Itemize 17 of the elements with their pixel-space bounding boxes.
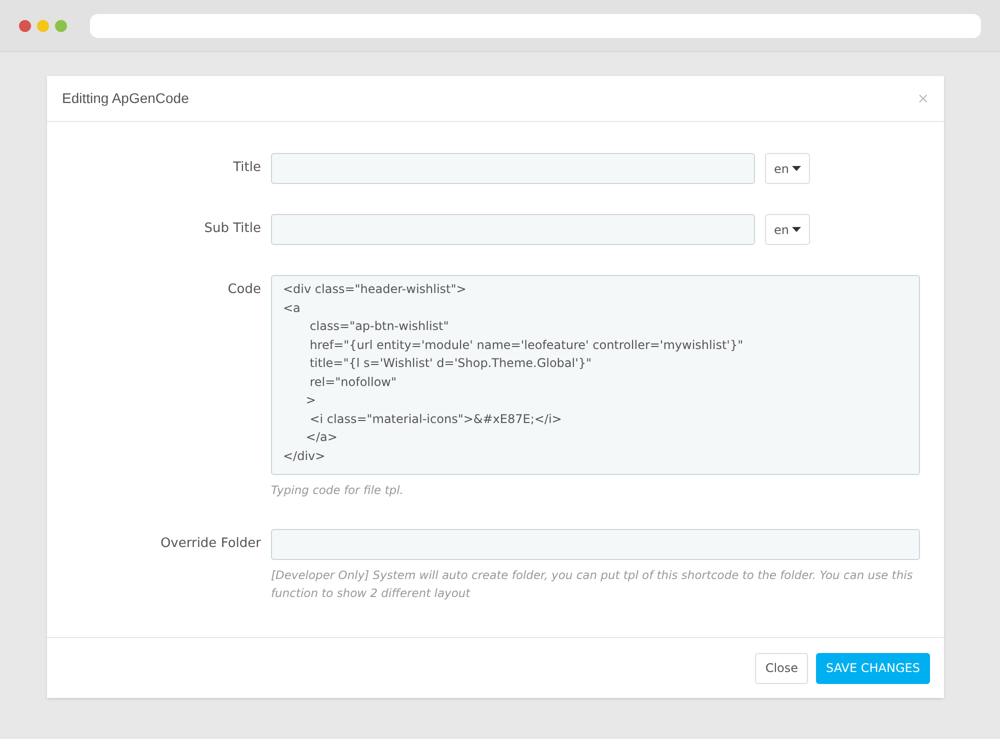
help-text: [Developer Only] System will auto create folder, you can put tpl of this shortcode to the folder. You can use this function to show 2 different layout: [271, 567, 914, 602]
text-input[interactable]: [271, 214, 755, 245]
close-button[interactable]: Close: [755, 652, 808, 684]
language-dropdown[interactable]: en: [765, 214, 810, 245]
language-dropdown[interactable]: en: [765, 153, 810, 184]
text-input[interactable]: [271, 153, 755, 184]
modal-title: Editting ApGenCode: [62, 89, 189, 108]
field-label: Code: [226, 281, 262, 299]
address-bar[interactable]: [90, 14, 981, 38]
field-label: Title: [232, 159, 262, 177]
help-text: Typing code for file tpl.: [271, 482, 404, 499]
field-label: Override Folder: [159, 535, 262, 553]
caret-icon: [792, 227, 801, 232]
code-textarea[interactable]: <div class="header-wishlist"> <a class="ap-btn-wishlist" href="{url entity='module' name='leofeature' controller='mywishlist'}" title="{l s='Wishlist' d='Shop.Theme.Global'}" rel="nofollow" > <i class="material-icons">&#xE87E;</i> </a> </div>: [271, 275, 920, 475]
field-label: Sub Title: [203, 220, 262, 238]
caret-icon: [792, 166, 801, 171]
text-input[interactable]: [271, 529, 920, 560]
